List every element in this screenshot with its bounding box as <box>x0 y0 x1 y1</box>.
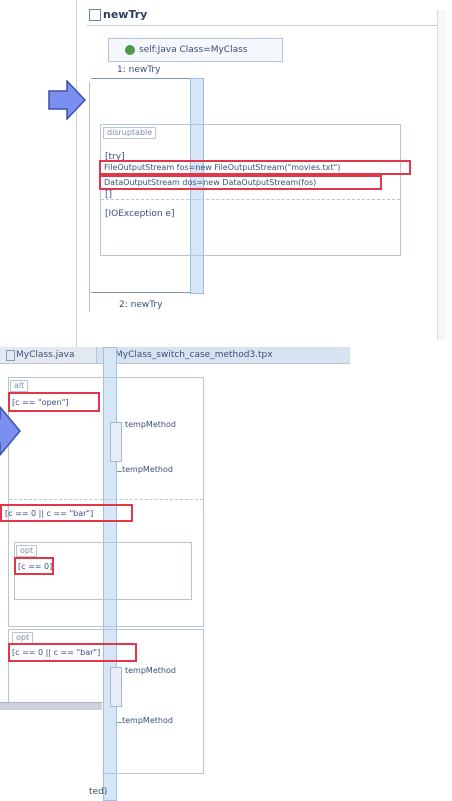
tab-label: MyClass.java <box>16 350 75 360</box>
diagram-icon <box>89 9 101 21</box>
tab-switch-case[interactable]: MyClass_switch_case_method3.tpx <box>97 347 350 363</box>
diagram-header: newTry <box>87 7 437 26</box>
catch-label: [IOException e] <box>105 209 175 219</box>
file-icon <box>6 350 15 361</box>
return-line <box>117 722 122 723</box>
call-label: tempMethod <box>125 420 176 429</box>
code-line2: DataOutputStream dos=new DataOutputStrea… <box>104 178 317 187</box>
vertical-scrollbar[interactable] <box>437 10 446 340</box>
class-icon <box>125 45 135 55</box>
fragment-tag: disruptable <box>103 127 157 139</box>
diagram-title: newTry <box>103 8 148 21</box>
opt-tag: opt <box>16 545 38 557</box>
code-line1: FileOutputStream fos=new FileOutputStrea… <box>104 163 341 172</box>
overlay-window-body <box>0 710 102 801</box>
gutter-line <box>89 82 90 312</box>
right-arrow-icon <box>0 405 21 457</box>
activation-box <box>110 667 122 707</box>
cond3: [c == 0] <box>18 562 53 571</box>
tab-bar: MyClass.java MyClass_switch_case_method3… <box>0 347 350 364</box>
try-fragment[interactable] <box>100 124 401 256</box>
tab-label: MyClass_switch_case_method3.tpx <box>115 350 273 360</box>
alt-tag: alt <box>10 380 29 392</box>
fragment-divider <box>101 199 400 200</box>
return-line <box>117 471 122 472</box>
call-label: tempMethod <box>125 666 176 675</box>
message-in-arrow <box>91 78 191 79</box>
top-diagram-panel: newTry self:Java Class=MyClass 1: newTry… <box>76 0 452 347</box>
lifeline-label: self:Java Class=MyClass <box>139 45 248 55</box>
message-in-label: 1: newTry <box>117 65 161 75</box>
tab-myclass-java[interactable]: MyClass.java <box>0 347 97 363</box>
message-out-label: 2: newTry <box>119 300 163 310</box>
right-arrow-icon <box>48 80 86 120</box>
message-out-arrow <box>91 292 191 293</box>
bottom-diagram-panel: MyClass.java MyClass_switch_case_method3… <box>0 347 350 801</box>
activation-box <box>110 422 122 462</box>
bottom-code-fragment: ted) <box>89 787 108 797</box>
return-label: tempMethod <box>122 716 173 725</box>
cond4: [c == 0 || c == "bar"] <box>12 648 101 657</box>
return-label: tempMethod <box>122 465 173 474</box>
lifeline-head[interactable]: self:Java Class=MyClass <box>108 38 283 62</box>
cond2: [c == 0 || c == "bar"] <box>5 509 94 518</box>
alt-divider <box>9 499 203 500</box>
